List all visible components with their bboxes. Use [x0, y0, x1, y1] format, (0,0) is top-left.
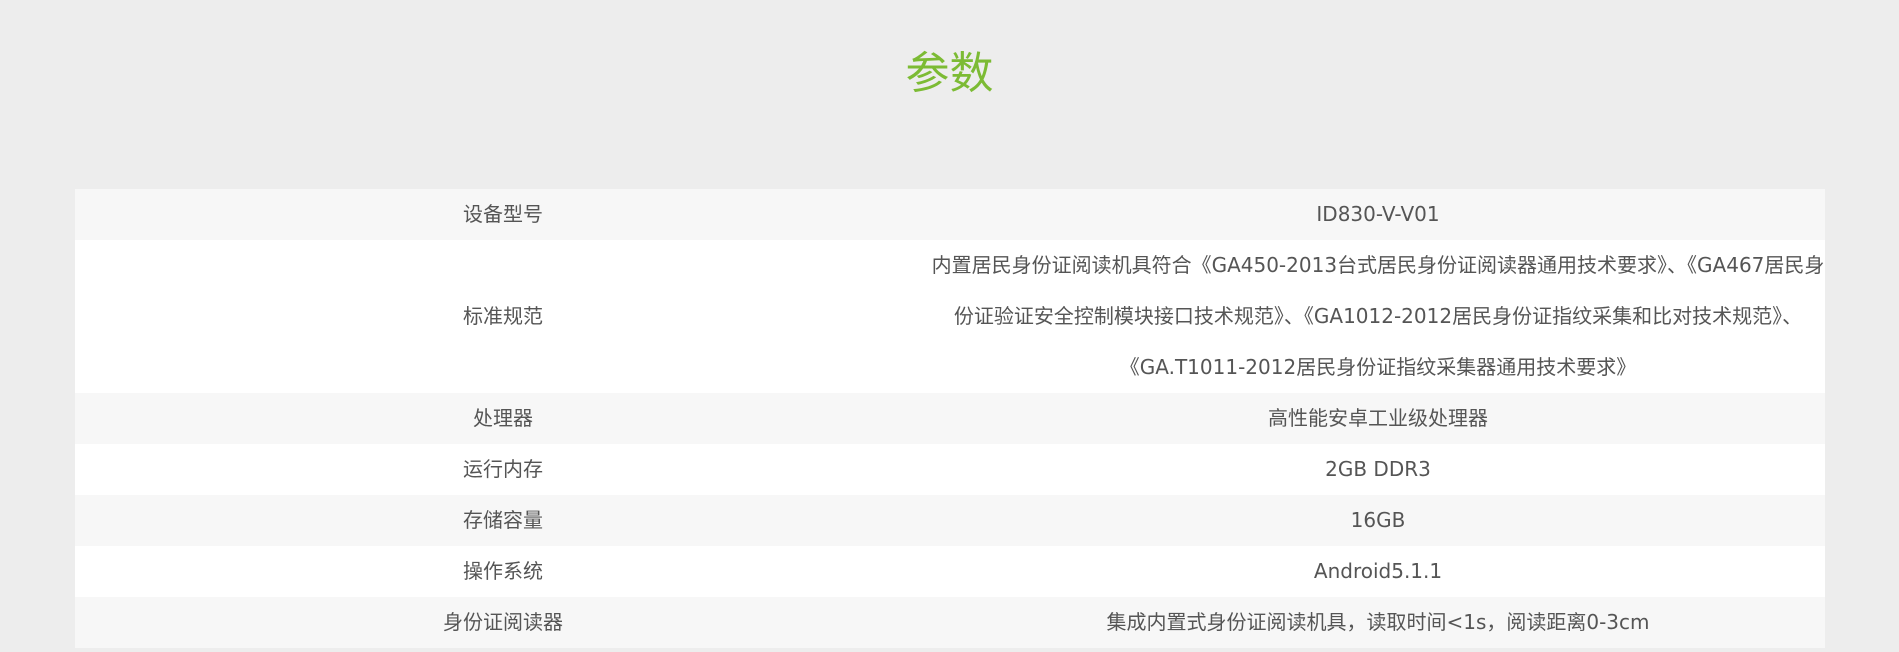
spec-value: 集成内置式身份证阅读机具，读取时间<1s，阅读距离0-3cm: [931, 597, 1825, 648]
spec-value: Android5.1.1: [931, 546, 1825, 597]
spec-value: 高性能安卓工业级处理器: [931, 393, 1825, 444]
spec-label: 存储容量: [75, 495, 931, 546]
spec-label: 处理器: [75, 393, 931, 444]
spec-row-standards: 标准规范 内置居民身份证阅读机具符合《GA450-2013台式居民身份证阅读器通…: [75, 240, 1825, 393]
spec-row-processor: 处理器 高性能安卓工业级处理器: [75, 393, 1825, 444]
spec-row-ram: 运行内存 2GB DDR3: [75, 444, 1825, 495]
spec-label: 操作系统: [75, 546, 931, 597]
spec-value: ID830-V-V01: [931, 189, 1825, 240]
spec-label: 设备型号: [75, 189, 931, 240]
spec-label: 标准规范: [75, 240, 931, 393]
spec-table: 设备型号 ID830-V-V01 标准规范 内置居民身份证阅读机具符合《GA45…: [75, 189, 1825, 648]
spec-row-os: 操作系统 Android5.1.1: [75, 546, 1825, 597]
spec-value: 2GB DDR3: [931, 444, 1825, 495]
spec-label: 运行内存: [75, 444, 931, 495]
spec-row-id-reader: 身份证阅读器 集成内置式身份证阅读机具，读取时间<1s，阅读距离0-3cm: [75, 597, 1825, 648]
spec-row-device-model: 设备型号 ID830-V-V01: [75, 189, 1825, 240]
spec-value: 16GB: [931, 495, 1825, 546]
spec-row-storage: 存储容量 16GB: [75, 495, 1825, 546]
spec-label: 身份证阅读器: [75, 597, 931, 648]
spec-value: 内置居民身份证阅读机具符合《GA450-2013台式居民身份证阅读器通用技术要求…: [931, 240, 1825, 393]
page-title: 参数: [905, 48, 994, 99]
